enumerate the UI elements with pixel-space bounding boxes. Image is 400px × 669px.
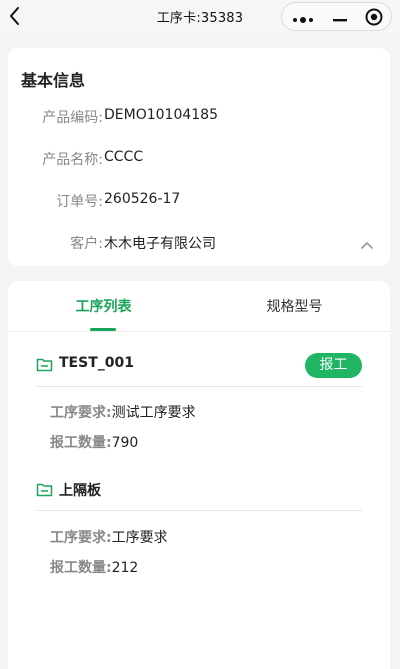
info-label: 产品名称: <box>42 152 103 168</box>
info-row-customer: 客户: 木木电子有限公司 <box>8 233 390 255</box>
info-label: 产品编码: <box>42 110 103 126</box>
process-quantity: 报工数量:212 <box>50 557 138 577</box>
tab-active-indicator <box>90 328 116 331</box>
more-dots-icon[interactable] <box>292 11 314 23</box>
info-row-order-number: 订单号: 260526-17 <box>8 191 390 213</box>
divider <box>36 386 362 387</box>
process-requirement: 工序要求:工序要求 <box>50 527 168 547</box>
divider <box>36 510 362 511</box>
process-card: 工序列表 规格型号 TEST_001 报工 工序要求:测试工序要求 报工数量:7… <box>8 281 390 669</box>
info-value: CCCC <box>104 149 144 165</box>
field-label: 工序要求: <box>50 405 112 421</box>
mini-program-capsule <box>281 2 392 31</box>
process-quantity: 报工数量:790 <box>50 432 138 452</box>
field-label: 报工数量: <box>50 560 112 576</box>
minimize-icon[interactable] <box>333 11 347 23</box>
report-button[interactable]: 报工 <box>305 353 362 378</box>
tab-specification[interactable]: 规格型号 <box>199 296 390 316</box>
target-icon[interactable] <box>364 7 384 27</box>
tab-bar: 工序列表 规格型号 <box>8 281 390 332</box>
process-name: 上隔板 <box>59 483 101 499</box>
info-row-product-name: 产品名称: CCCC <box>8 149 390 171</box>
field-label: 工序要求: <box>50 530 112 546</box>
field-value: 测试工序要求 <box>111 405 196 421</box>
info-value: DEMO10104185 <box>104 107 218 123</box>
info-value: 260526-17 <box>104 191 181 207</box>
info-row-product-code: 产品编码: DEMO10104185 <box>8 107 390 129</box>
folder-icon <box>36 357 53 372</box>
field-label: 报工数量: <box>50 435 112 451</box>
basic-info-title: 基本信息 <box>21 71 86 90</box>
info-value: 木木电子有限公司 <box>104 236 216 252</box>
nav-bar: 工序卡:35383 <box>0 0 400 34</box>
folder-icon <box>36 482 53 497</box>
field-value: 212 <box>111 560 139 576</box>
field-value: 工序要求 <box>111 530 168 546</box>
process-name: TEST_001 <box>59 355 134 371</box>
info-label: 客户: <box>70 236 103 252</box>
field-value: 790 <box>111 435 139 451</box>
process-requirement: 工序要求:测试工序要求 <box>50 402 196 422</box>
info-label: 订单号: <box>56 194 103 210</box>
basic-info-card: 基本信息 产品编码: DEMO10104185 产品名称: CCCC 订单号: … <box>8 48 390 266</box>
tab-process-list[interactable]: 工序列表 <box>8 296 199 316</box>
chevron-up-icon[interactable] <box>360 235 374 249</box>
